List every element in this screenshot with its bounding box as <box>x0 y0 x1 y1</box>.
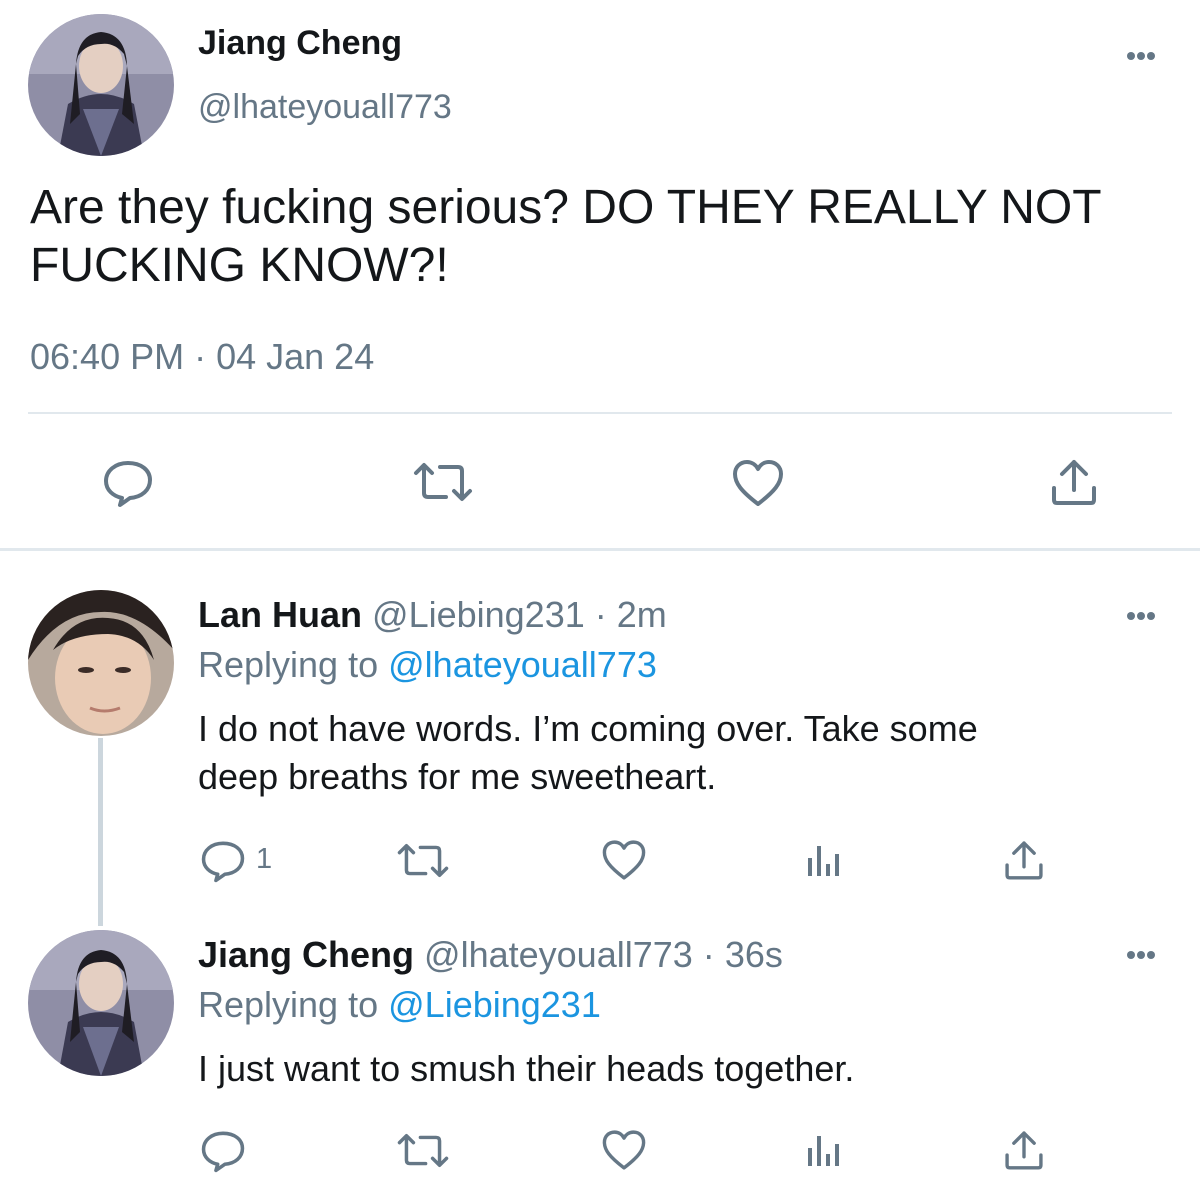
section-divider <box>0 548 1200 551</box>
tweet-text-line-1: Are they fucking serious? DO THEY REALLY… <box>30 181 1102 234</box>
display-name[interactable]: Jiang Cheng <box>198 934 414 975</box>
more-options-icon[interactable] <box>1119 46 1163 66</box>
replying-to: Replying to @Liebing231 <box>198 984 601 1026</box>
thread-line <box>98 738 103 926</box>
share-icon[interactable] <box>1048 456 1100 508</box>
reply-icon[interactable] <box>200 1128 246 1174</box>
reply-icon[interactable] <box>200 838 246 884</box>
retweet-icon[interactable] <box>396 842 450 879</box>
avatar[interactable] <box>28 930 174 1076</box>
avatar[interactable] <box>28 590 174 736</box>
reply-time[interactable]: 36s <box>725 934 783 975</box>
separator: · <box>594 594 607 635</box>
display-name[interactable]: Jiang Cheng <box>198 24 402 63</box>
replying-to: Replying to @lhateyouall773 <box>198 644 657 686</box>
reply-count: 1 <box>256 843 273 875</box>
share-icon[interactable] <box>1002 1128 1046 1172</box>
retweet-icon[interactable] <box>412 461 474 503</box>
more-options-icon[interactable] <box>1119 606 1163 626</box>
reply-time[interactable]: 2m <box>617 594 667 635</box>
reply-text-line-1: I just want to smush their heads togethe… <box>198 1048 855 1089</box>
divider <box>28 412 1172 414</box>
reply-text-line-2: deep breaths for me sweetheart. <box>198 756 717 797</box>
retweet-icon[interactable] <box>396 1132 450 1169</box>
like-icon[interactable] <box>601 838 647 882</box>
share-icon[interactable] <box>1002 838 1046 882</box>
reply-text-line-1: I do not have words. I’m coming over. Ta… <box>198 708 978 749</box>
handle[interactable]: @lhateyouall773 <box>198 88 452 127</box>
separator: · <box>702 934 715 975</box>
avatar[interactable] <box>28 14 174 156</box>
replying-to-label: Replying to <box>198 984 379 1025</box>
replying-to-handle-link[interactable]: @Liebing231 <box>388 984 601 1025</box>
reply-header: Jiang Cheng @lhateyouall773 · 36s <box>198 934 783 976</box>
handle[interactable]: @Liebing231 <box>372 594 585 635</box>
more-options-icon[interactable] <box>1119 945 1163 965</box>
like-icon[interactable] <box>601 1128 647 1172</box>
reply-icon[interactable] <box>102 458 154 508</box>
replying-to-handle-link[interactable]: @lhateyouall773 <box>388 644 657 685</box>
replying-to-label: Replying to <box>198 644 379 685</box>
analytics-icon[interactable] <box>806 842 842 878</box>
analytics-icon[interactable] <box>806 1132 842 1168</box>
tweet-text-line-2: FUCKING KNOW?! <box>30 239 449 292</box>
reply-header: Lan Huan @Liebing231 · 2m <box>198 594 667 636</box>
like-icon[interactable] <box>731 458 785 508</box>
display-name[interactable]: Lan Huan <box>198 594 362 635</box>
tweet-timestamp[interactable]: 06:40 PM · 04 Jan 24 <box>30 336 374 378</box>
handle[interactable]: @lhateyouall773 <box>424 934 693 975</box>
